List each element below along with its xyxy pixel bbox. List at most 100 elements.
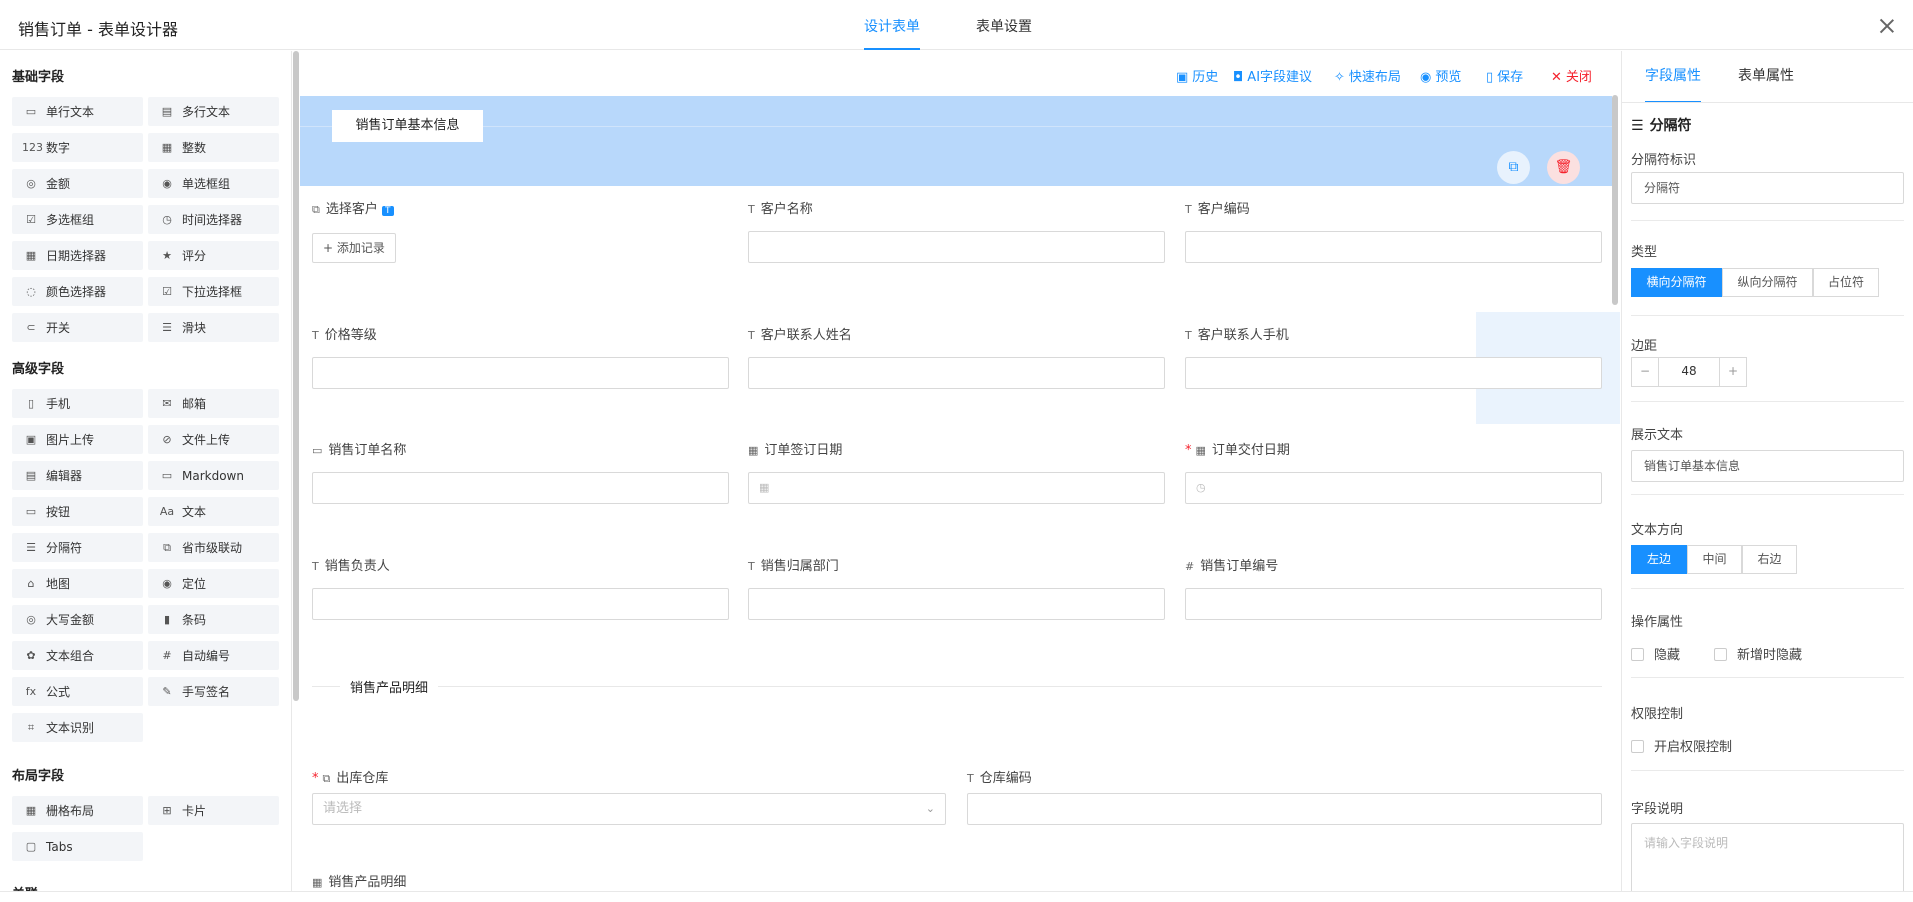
separator (1631, 677, 1904, 678)
canvas-toolbar: ▣ 历史 ◘ AI字段建议 ✧ 快速布局 ◉ 预览 ▯ 保存 ✕ 关闭 (300, 51, 1620, 95)
tab-design-form[interactable]: 设计表单 (864, 16, 920, 50)
customer-code-input[interactable] (1185, 231, 1602, 263)
ai-suggest-button[interactable]: ◘ AI字段建议 (1233, 66, 1312, 85)
department-input[interactable] (748, 588, 1165, 620)
tab-form-properties[interactable]: 表单属性 (1738, 65, 1794, 103)
margin-value[interactable]: 48 (1659, 357, 1719, 387)
tab-field-properties[interactable]: 字段属性 (1645, 65, 1701, 103)
palette-item[interactable]: ▭ 按钮 (12, 497, 143, 526)
palette-item[interactable]: ▦ 栅格布局 (12, 796, 143, 825)
warehouse-select[interactable]: 请选择 ⌄ (312, 793, 946, 825)
palette-item-label: 手机 (46, 397, 71, 411)
history-button[interactable]: ▣ 历史 (1176, 66, 1218, 85)
copy-icon[interactable]: ⧉ (1497, 151, 1530, 184)
palette-item[interactable]: ★ 评分 (148, 241, 279, 270)
palette-item[interactable]: ⧉ 省市级联动 (148, 533, 279, 562)
field-type-icon: ◉ (162, 177, 172, 190)
palette-item-label: 文本组合 (46, 649, 95, 663)
hash-icon: # (1185, 560, 1195, 573)
palette-item[interactable]: ▤ 编辑器 (12, 461, 143, 490)
hide-on-new-checkbox[interactable]: 新增时隐藏 (1714, 644, 1802, 663)
price-level-input[interactable] (312, 357, 729, 389)
palette-scrollbar[interactable] (293, 51, 299, 701)
palette-item-label: 下拉选择框 (182, 285, 243, 299)
contact-name-input[interactable] (748, 357, 1165, 389)
properties-panel: 字段属性 表单属性 ☰ 分隔符 分隔符标识 分隔符 类型 横向分隔符 纵向分隔符 … (1621, 51, 1913, 891)
palette-item[interactable]: ☑ 下拉选择框 (148, 277, 279, 306)
field-type-icon: ▭ (25, 505, 37, 518)
order-no-input[interactable] (1185, 588, 1602, 620)
customer-name-input[interactable] (748, 231, 1165, 263)
palette-item[interactable]: ⊂ 开关 (12, 313, 143, 342)
palette-item[interactable]: ◎ 金额 (12, 169, 143, 198)
palette-item[interactable]: ⌗ 文本识别 (12, 713, 143, 742)
palette-item[interactable]: ▯ 手机 (12, 389, 143, 418)
type-placeholder-option[interactable]: 占位符 (1813, 268, 1879, 297)
order-name-input[interactable] (312, 472, 729, 504)
save-button[interactable]: ▯ 保存 (1486, 66, 1523, 85)
id-label: 分隔符标识 (1631, 153, 1697, 168)
display-text-label: 展示文本 (1631, 428, 1684, 443)
sign-date-picker[interactable]: ▦ (748, 472, 1165, 504)
warehouse-code-input[interactable] (967, 793, 1602, 825)
contact-phone-input[interactable] (1185, 357, 1602, 389)
palette-item[interactable]: ▤ 多行文本 (148, 97, 279, 126)
palette-item[interactable]: ⊘ 文件上传 (148, 425, 279, 454)
canvas-scrollbar[interactable] (1612, 95, 1618, 305)
palette-item[interactable]: ▭ 单行文本 (12, 97, 143, 126)
quick-layout-button[interactable]: ✧ 快速布局 (1334, 66, 1401, 85)
tab-form-settings[interactable]: 表单设置 (976, 16, 1032, 50)
section-divider-text: 销售产品明细 (340, 677, 439, 696)
palette-item[interactable]: ◎ 大写金额 (12, 605, 143, 634)
palette-item[interactable]: ▣ 图片上传 (12, 425, 143, 454)
description-textarea[interactable]: 请输入字段说明 (1631, 823, 1904, 891)
hide-checkbox[interactable]: 隐藏 (1631, 644, 1680, 663)
palette-item[interactable]: ◉ 单选框组 (148, 169, 279, 198)
palette-item[interactable]: ☑ 多选框组 (12, 205, 143, 234)
add-record-button[interactable]: + 添加记录 (312, 233, 396, 263)
palette-item[interactable]: ☰ 分隔符 (12, 533, 143, 562)
palette-item[interactable]: ▢ Tabs (12, 832, 143, 861)
palette-item[interactable]: ⌂ 地图 (12, 569, 143, 598)
enable-permission-checkbox[interactable]: 开启权限控制 (1631, 736, 1732, 755)
field-type-icon: ☑ (26, 213, 36, 226)
clock-icon: ◷ (1196, 481, 1206, 494)
form-designer-window: 销售订单 - 表单设计器 设计表单 表单设置 基础字段 ▭ 单行文本 ▤ 多行文本 123… (0, 0, 1913, 902)
palette-item[interactable]: # 自动编号 (148, 641, 279, 670)
palette-item[interactable]: ▭ Markdown (148, 461, 279, 490)
delivery-date-picker[interactable]: ◷ (1185, 472, 1602, 504)
type-horizontal-option[interactable]: 横向分隔符 (1631, 268, 1722, 297)
palette-item[interactable]: Aa 文本 (148, 497, 279, 526)
preview-button[interactable]: ◉ 预览 (1420, 66, 1461, 85)
margin-decrement-button[interactable]: − (1631, 357, 1659, 387)
margin-increment-button[interactable]: + (1719, 357, 1747, 387)
selected-divider-block[interactable]: 销售订单基本信息 ⧉ 🗑 (300, 96, 1612, 186)
id-input[interactable]: 分隔符 (1631, 172, 1904, 204)
palette-item[interactable]: ☰ 滑块 (148, 313, 279, 342)
palette-item[interactable]: ⊞ 卡片 (148, 796, 279, 825)
palette-item[interactable]: ▦ 整数 (148, 133, 279, 162)
direction-right-option[interactable]: 右边 (1742, 545, 1797, 574)
direction-center-option[interactable]: 中间 (1687, 545, 1742, 574)
palette-item[interactable]: ▦ 日期选择器 (12, 241, 143, 270)
palette-item[interactable]: 123 数字 (12, 133, 143, 162)
type-vertical-option[interactable]: 纵向分隔符 (1722, 268, 1813, 297)
palette-item[interactable]: ◷ 时间选择器 (148, 205, 279, 234)
palette-item[interactable]: ✿ 文本组合 (12, 641, 143, 670)
close-icon[interactable] (1879, 18, 1895, 34)
palette-item[interactable]: fx 公式 (12, 677, 143, 706)
direction-left-option[interactable]: 左边 (1631, 545, 1687, 574)
palette-item[interactable]: ✉ 邮箱 (148, 389, 279, 418)
palette-item-label: 条码 (182, 613, 207, 627)
close-button[interactable]: ✕ 关闭 (1551, 66, 1592, 85)
display-text-input[interactable]: 销售订单基本信息 (1631, 450, 1904, 482)
palette-item[interactable]: ▮ 条码 (148, 605, 279, 634)
palette-group-title: 布局字段 (12, 769, 65, 784)
palette-item[interactable]: ◌ 颜色选择器 (12, 277, 143, 306)
palette-item[interactable]: ✎ 手写签名 (148, 677, 279, 706)
owner-input[interactable] (312, 588, 729, 620)
delete-icon[interactable]: 🗑 (1547, 151, 1580, 184)
palette-item[interactable]: ◉ 定位 (148, 569, 279, 598)
field-type-icon: ⧉ (163, 540, 171, 554)
required-mark: * (312, 771, 319, 786)
